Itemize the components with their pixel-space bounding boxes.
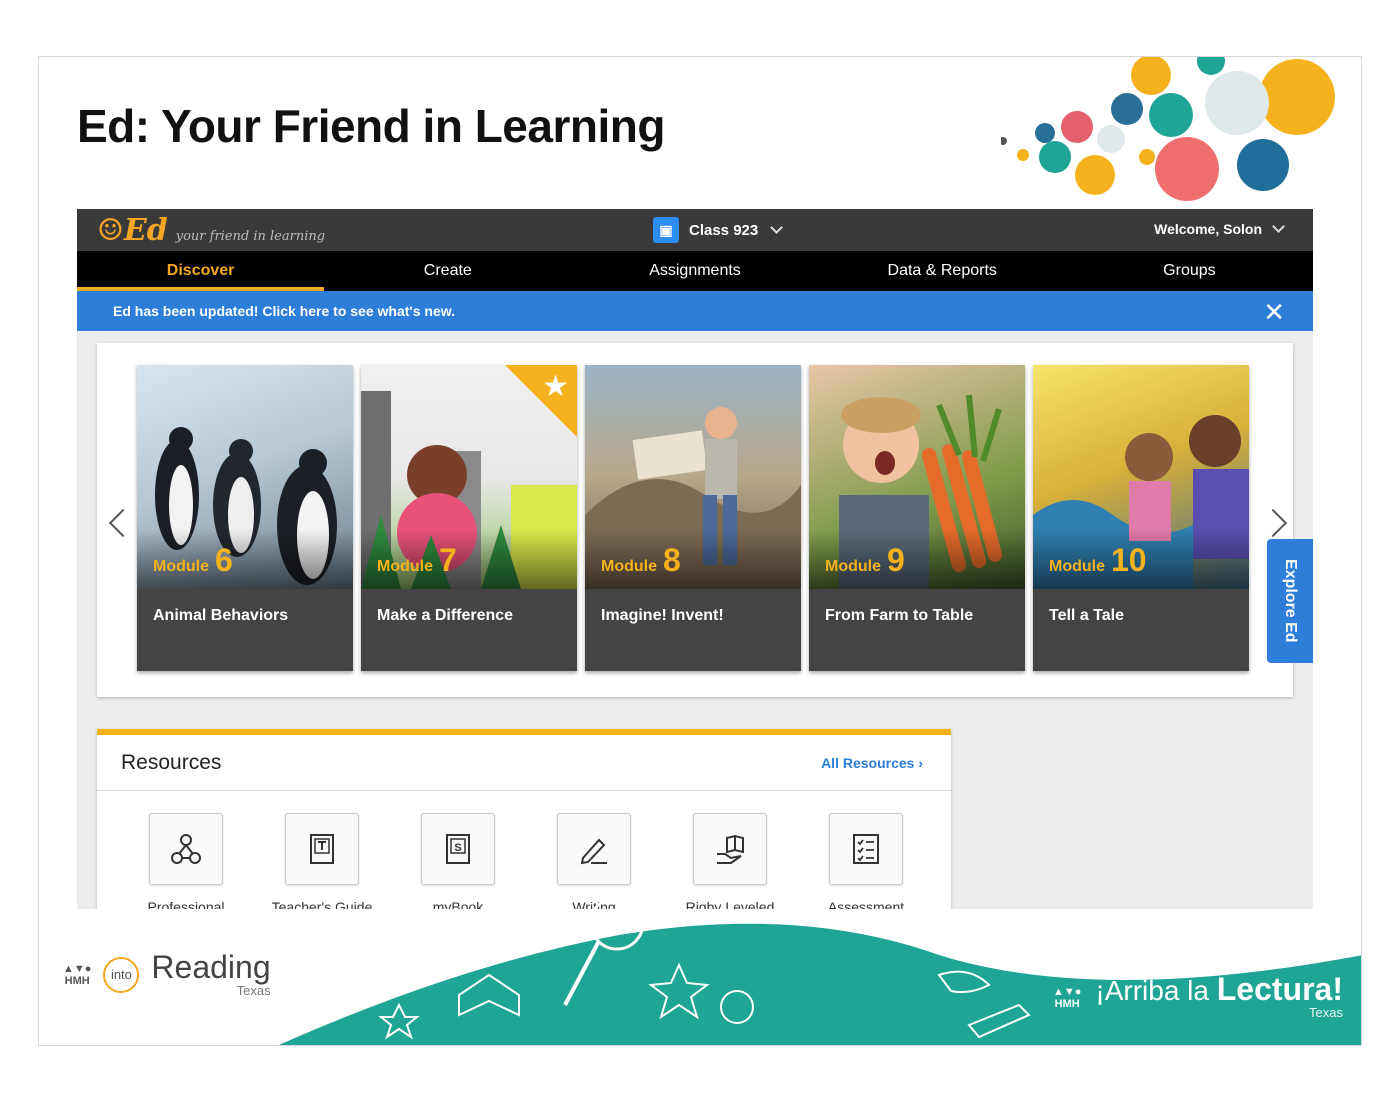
- module-label: Module 10: [1049, 542, 1147, 578]
- carousel-prev-icon[interactable]: [108, 508, 138, 538]
- ed-logo-mark: ☺Ed: [97, 213, 168, 248]
- module-label: Module 6: [153, 542, 233, 578]
- user-menu[interactable]: Welcome, Solon: [1154, 220, 1285, 237]
- close-icon[interactable]: ✕: [1263, 297, 1285, 328]
- update-banner-text: Ed has been updated! Click here to see w…: [113, 303, 456, 319]
- carousel-next-icon[interactable]: [1258, 508, 1288, 538]
- module-title: Tell a Tale: [1049, 607, 1124, 624]
- module-image: Module 9: [809, 365, 1025, 589]
- nav-groups[interactable]: Groups: [1066, 251, 1313, 291]
- module-image: Module 6: [137, 365, 353, 589]
- svg-text:S: S: [454, 842, 461, 854]
- module-image: Module 8: [585, 365, 801, 589]
- module-image: Module 10: [1033, 365, 1249, 589]
- mybook-icon: S: [421, 813, 495, 885]
- resources-panel: Resources All Resources › Professional T…: [97, 729, 951, 909]
- module-title: Imagine! Invent!: [601, 607, 724, 624]
- module-label: Module 9: [825, 542, 905, 578]
- nav-create[interactable]: Create: [324, 251, 571, 291]
- chevron-down-icon: [1272, 220, 1285, 233]
- module-title: From Farm to Table: [825, 607, 974, 624]
- classroom-icon: ▣: [653, 217, 679, 243]
- nav-data-reports[interactable]: Data & Reports: [819, 251, 1066, 291]
- network-icon: [149, 813, 223, 885]
- module-number: 9: [887, 542, 905, 578]
- chevron-right-icon: ›: [918, 754, 923, 771]
- explore-ed-tab[interactable]: Explore Ed: [1267, 539, 1313, 663]
- module-title: Animal Behaviors: [153, 607, 289, 624]
- module-card[interactable]: Module 10 Tell a Tale: [1033, 365, 1249, 671]
- module-number: 8: [663, 542, 681, 578]
- all-resources-link[interactable]: All Resources ›: [821, 755, 923, 771]
- update-banner[interactable]: Ed has been updated! Click here to see w…: [77, 291, 1313, 331]
- module-number: 10: [1111, 542, 1147, 578]
- ed-app-screenshot: ☺Ed your friend in learning ▣ Class 923 …: [77, 209, 1313, 909]
- module-image: ★ Module 7: [361, 365, 577, 589]
- module-number: 6: [215, 542, 233, 578]
- arriba-lectura-brand: ▲▼● HMH ¡Arriba la Lectura! Texas: [1052, 971, 1343, 1020]
- ed-logo-tagline: your friend in learning: [175, 229, 326, 244]
- resources-title: Resources: [121, 750, 222, 774]
- ed-logo[interactable]: ☺Ed your friend in learning: [97, 213, 325, 248]
- slide-footer: ▲▼● HMH into Reading Texas ▲▼● HMH ¡Arriba…: [39, 895, 1361, 1045]
- class-selector[interactable]: ▣ Class 923: [653, 217, 784, 243]
- user-menu-label: Welcome, Solon: [1154, 221, 1262, 237]
- nav-discover[interactable]: Discover: [77, 251, 325, 291]
- chevron-down-icon: [770, 221, 784, 234]
- slide: Ed: Your Friend in Learning ☺Ed your fri…: [38, 56, 1362, 1046]
- module-card[interactable]: Module 9 From Farm to Table: [809, 365, 1025, 671]
- arriba-wordmark: ¡Arriba la Lectura!: [1095, 971, 1343, 1007]
- into-reading-brand: ▲▼● HMH into Reading Texas: [63, 951, 271, 998]
- region-label: Texas: [1309, 1005, 1343, 1020]
- reader-icon: [693, 813, 767, 885]
- hmh-logo: ▲▼● HMH: [1052, 985, 1082, 1010]
- module-card[interactable]: ★ Module 7 Make a Difference: [361, 365, 577, 671]
- module-label: Module 8: [601, 542, 681, 578]
- teacher-guide-icon: [285, 813, 359, 885]
- slide-title: Ed: Your Friend in Learning: [77, 100, 665, 152]
- module-number: 7: [439, 542, 457, 578]
- module-title: Make a Difference: [377, 607, 514, 624]
- nav-assignments[interactable]: Assignments: [571, 251, 818, 291]
- module-carousel: Module 6 Animal Behaviors ★ Module 7 Mak…: [97, 343, 1293, 697]
- main-nav: Discover Create Assignments Data & Repor…: [77, 251, 1313, 291]
- into-logo: into: [103, 956, 140, 993]
- checklist-icon: [829, 813, 903, 885]
- hmh-logo: ▲▼● HMH: [63, 962, 92, 987]
- reading-wordmark: Reading: [151, 949, 271, 985]
- class-selector-label: Class 923: [689, 221, 759, 239]
- app-topbar: ☺Ed your friend in learning ▣ Class 923 …: [77, 209, 1313, 251]
- region-label: Texas: [236, 983, 271, 998]
- pencil-icon: [557, 813, 631, 885]
- module-card[interactable]: Module 6 Animal Behaviors: [137, 365, 353, 671]
- star-icon: ★: [542, 370, 569, 403]
- decorative-dots: [1001, 57, 1335, 201]
- module-card[interactable]: Module 8 Imagine! Invent!: [585, 365, 801, 671]
- module-label: Module 7: [377, 542, 457, 578]
